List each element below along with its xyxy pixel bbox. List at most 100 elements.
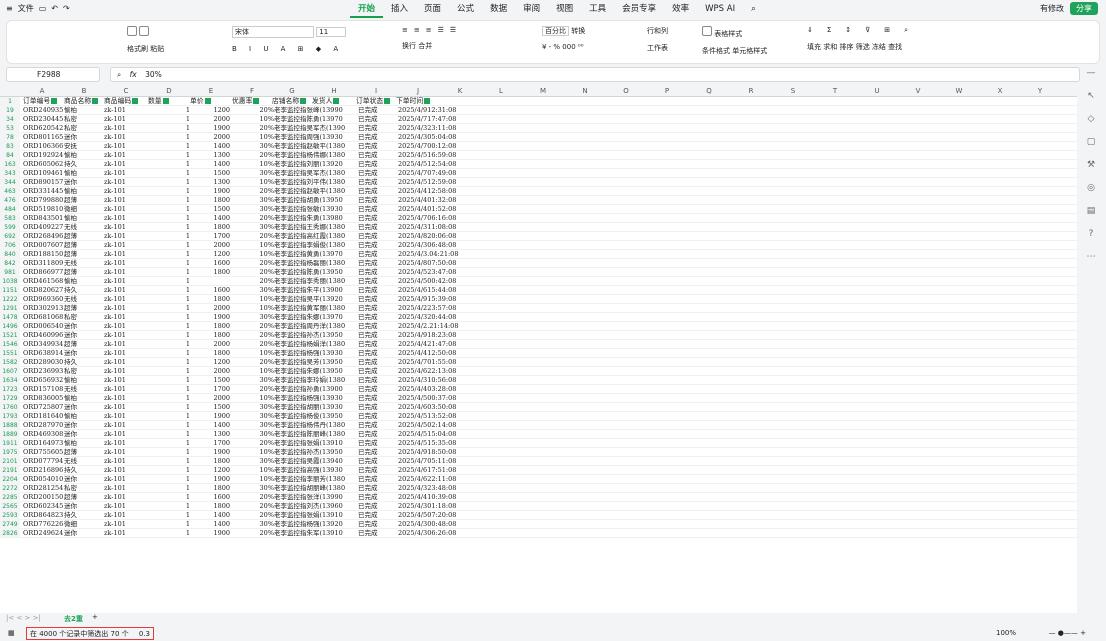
row-number[interactable]: 2204 <box>0 475 20 484</box>
column-header[interactable]: D <box>148 87 190 95</box>
cell-b[interactable]: 超薄 <box>64 340 102 349</box>
cell-h[interactable]: 已完成 <box>358 430 396 439</box>
cell-j[interactable]: 2025/4/912:31:08 <box>398 106 478 115</box>
cell-f[interactable]: 10% <box>246 178 274 187</box>
cell-c[interactable]: zk-101 <box>104 151 148 160</box>
cell-g[interactable]: 老李监控指杨伟丹(1380 <box>274 421 358 430</box>
cell-g[interactable]: 老李监控指朱娜(13950 <box>274 367 358 376</box>
column-header[interactable]: K <box>440 87 480 95</box>
cell-b[interactable]: 超薄 <box>64 304 102 313</box>
cell-f[interactable]: 30% <box>246 142 274 151</box>
cell-h[interactable]: 已完成 <box>358 304 396 313</box>
cell-h[interactable]: 已完成 <box>358 484 396 493</box>
header-cell[interactable]: 订单状态 <box>356 97 398 106</box>
column-header[interactable]: H <box>312 87 356 95</box>
cell-j[interactable]: 2025/4/622:11:08 <box>398 475 478 484</box>
row-number[interactable]: 1911 <box>0 439 20 448</box>
cell-a[interactable]: ORD969360 <box>23 295 63 304</box>
cell-c[interactable]: zk-101 <box>104 232 148 241</box>
cell-j[interactable]: 2025/4/516:59:08 <box>398 151 478 160</box>
cell-g[interactable]: 老李监控指杨伟娜(1380 <box>274 151 358 160</box>
header-cell[interactable]: 店铺名称 <box>272 97 314 106</box>
cell-d[interactable]: 1 <box>180 214 190 223</box>
cell-h[interactable]: 已完成 <box>358 349 396 358</box>
cell-c[interactable]: zk-101 <box>104 394 148 403</box>
cell-b[interactable]: 超薄 <box>64 196 102 205</box>
cell-g[interactable]: 老李监控指李秀丽(1380 <box>274 277 358 286</box>
cell-g[interactable]: 老李监控指吴霞(13940 <box>274 457 358 466</box>
cell-e[interactable]: 1200 <box>190 466 230 475</box>
cell-f[interactable]: 10% <box>246 466 274 475</box>
cell-d[interactable]: 1 <box>180 250 190 259</box>
cell-a[interactable]: ORD638914 <box>23 349 63 358</box>
cell-j[interactable]: 2025/4/306:48:08 <box>398 241 478 250</box>
cell-j[interactable]: 2025/4/700:12:08 <box>398 142 478 151</box>
cell-h[interactable]: 已完成 <box>358 448 396 457</box>
minimize-icon[interactable]: — <box>1081 68 1101 91</box>
cell-j[interactable]: 2025/4/412:50:08 <box>398 349 478 358</box>
filter-dropdown-icon[interactable] <box>333 98 340 104</box>
cell-b[interactable]: 迷你 <box>64 331 102 340</box>
cell-a[interactable]: ORD843501 <box>23 214 63 223</box>
cell-h[interactable]: 已完成 <box>358 358 396 367</box>
cell-e[interactable]: 1400 <box>190 142 230 151</box>
filter-dropdown-icon[interactable] <box>300 98 307 104</box>
cell-g[interactable]: 老李监控指孙杰(13950 <box>274 448 358 457</box>
cell-f[interactable]: 20% <box>246 322 274 331</box>
cell-c[interactable]: zk-101 <box>104 448 148 457</box>
cell-d[interactable]: 1 <box>180 430 190 439</box>
cell-h[interactable]: 已完成 <box>358 295 396 304</box>
cell-b[interactable]: 迷你 <box>64 529 102 538</box>
cell-j[interactable]: 2025/4/502:14:08 <box>398 421 478 430</box>
cell-f[interactable]: 10% <box>246 133 274 142</box>
row-number[interactable]: 1888 <box>0 421 20 430</box>
cell-h[interactable]: 已完成 <box>358 169 396 178</box>
cell-j[interactable]: 2025/4/305:04:08 <box>398 133 478 142</box>
cell-d[interactable]: 1 <box>180 376 190 385</box>
convert-button[interactable]: 转换 <box>571 27 585 35</box>
help-icon[interactable]: ? <box>1081 229 1101 252</box>
cell-c[interactable]: zk-101 <box>104 466 148 475</box>
row-number[interactable]: 2593 <box>0 511 20 520</box>
cell-c[interactable]: zk-101 <box>104 484 148 493</box>
row-number[interactable]: 2272 <box>0 484 20 493</box>
cell-a[interactable]: ORD605062 <box>23 160 63 169</box>
cell-d[interactable]: 1 <box>180 286 190 295</box>
cell-e[interactable]: 1400 <box>190 214 230 223</box>
cell-a[interactable]: ORD006540 <box>23 322 63 331</box>
backup-icon[interactable]: ◎ <box>1081 183 1101 206</box>
cell-d[interactable]: 1 <box>180 196 190 205</box>
cell-c[interactable]: zk-101 <box>104 322 148 331</box>
cell-a[interactable]: ORD681068 <box>23 313 63 322</box>
header-cell[interactable]: 下单时间 <box>396 97 438 106</box>
cell-a[interactable]: ORD755605 <box>23 448 63 457</box>
row-number[interactable]: 1607 <box>0 367 20 376</box>
cell-e[interactable]: 1900 <box>190 412 230 421</box>
cell-b[interactable]: 超薄 <box>64 493 102 502</box>
cell-g[interactable]: 老李监控指杨强(13930 <box>274 349 358 358</box>
cell-g[interactable]: 老李监控指高红霞(1380 <box>274 232 358 241</box>
cell-f[interactable]: 20% <box>246 340 274 349</box>
filter-dropdown-icon[interactable] <box>51 98 58 104</box>
cell-h[interactable]: 已完成 <box>358 313 396 322</box>
cell-h[interactable]: 已完成 <box>358 142 396 151</box>
cell-j[interactable]: 2025/4/717:47:08 <box>398 115 478 124</box>
cell-a[interactable]: ORD157108 <box>23 385 63 394</box>
format-painter-button[interactable]: 格式刷 <box>127 45 148 53</box>
cell-d[interactable]: 1 <box>180 241 190 250</box>
cell-d[interactable]: 1 <box>180 457 190 466</box>
cell-c[interactable]: zk-101 <box>104 214 148 223</box>
cell-a[interactable]: ORD164973 <box>23 439 63 448</box>
cell-e[interactable]: 1900 <box>190 448 230 457</box>
cell-f[interactable]: 30% <box>246 457 274 466</box>
cell-j[interactable]: 2025/4/507:20:08 <box>398 511 478 520</box>
cell-d[interactable]: 1 <box>180 124 190 133</box>
cell-a[interactable]: ORD311809 <box>23 259 63 268</box>
cell-d[interactable]: 1 <box>180 448 190 457</box>
cell-c[interactable]: zk-101 <box>104 331 148 340</box>
cell-e[interactable]: 1200 <box>190 250 230 259</box>
cell-h[interactable]: 已完成 <box>358 178 396 187</box>
column-header[interactable]: V <box>898 87 938 95</box>
sheet-nav-icons[interactable]: |< < > >| <box>6 614 41 622</box>
cell-b[interactable]: 愉柏 <box>64 106 102 115</box>
